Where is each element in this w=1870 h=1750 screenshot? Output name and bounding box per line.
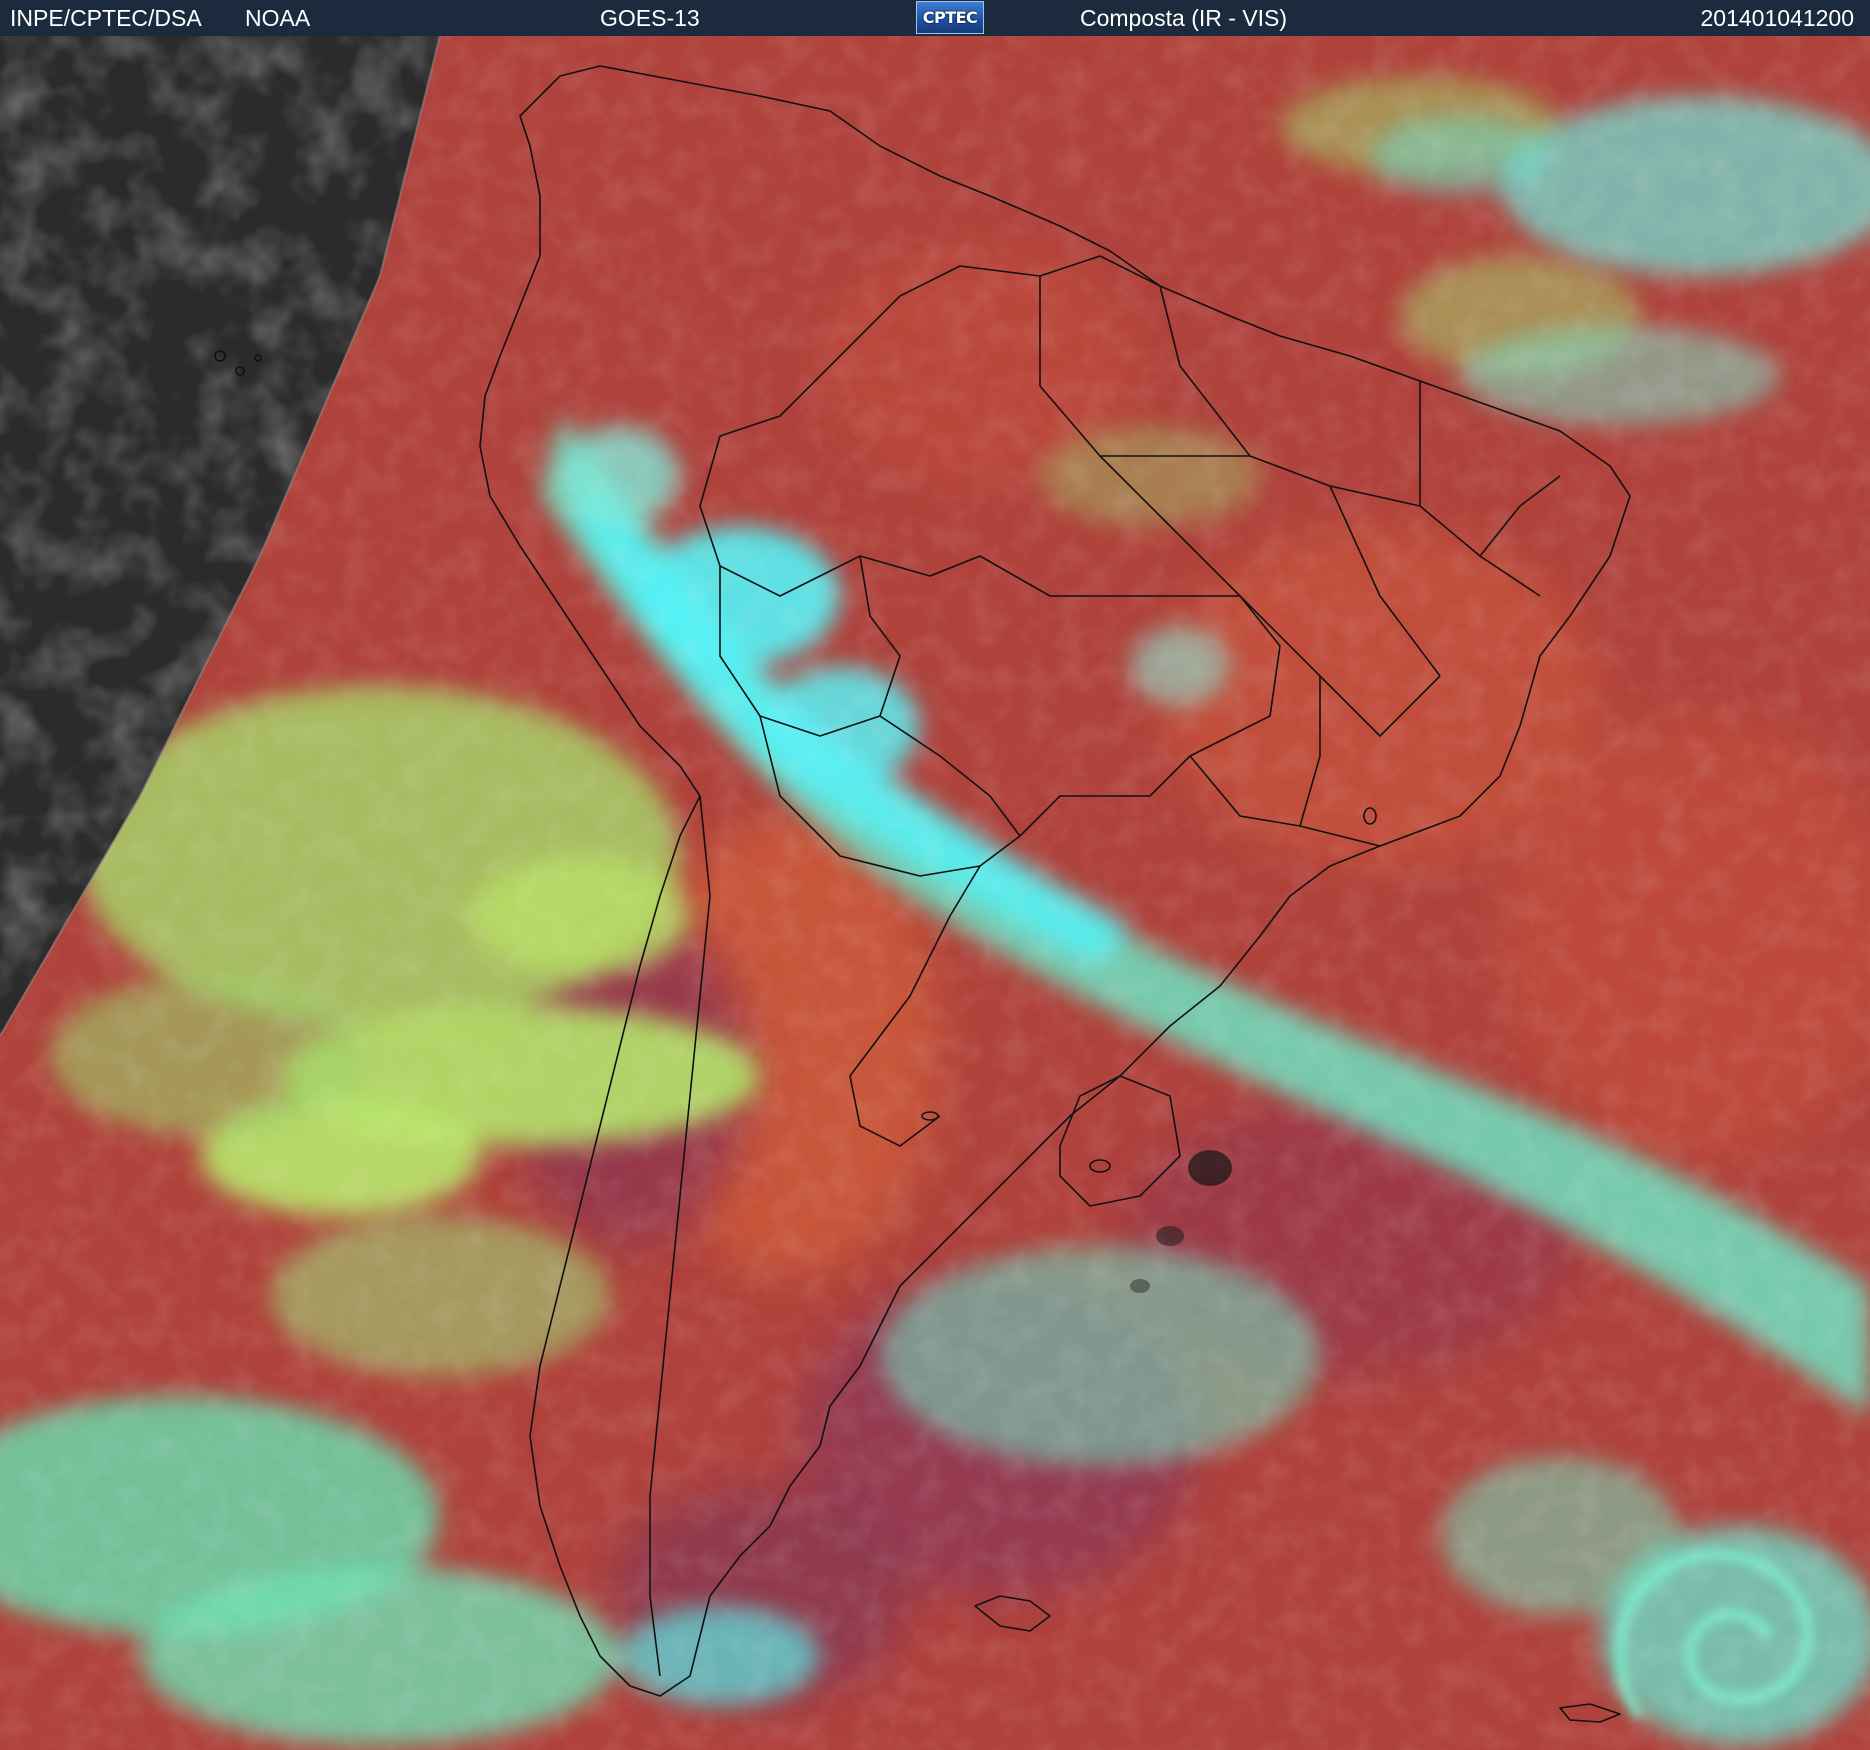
- satellite-imagery: [0, 36, 1870, 1750]
- satellite-composite-map: [0, 36, 1870, 1750]
- image-header-bar: INPE/CPTEC/DSA NOAA GOES-13 CPTEC Compos…: [0, 0, 1870, 36]
- agency-label: NOAA: [245, 5, 311, 31]
- cptec-logo: CPTEC: [916, 1, 984, 34]
- organization-label: INPE/CPTEC/DSA: [10, 5, 202, 31]
- cptec-logo-text: CPTEC: [922, 8, 978, 27]
- product-label: Composta (IR - VIS): [1080, 5, 1288, 31]
- timestamp-label: 201401041200: [1700, 5, 1855, 31]
- satellite-label: GOES-13: [600, 5, 700, 31]
- satellite-image-frame: INPE/CPTEC/DSA NOAA GOES-13 CPTEC Compos…: [0, 0, 1870, 1750]
